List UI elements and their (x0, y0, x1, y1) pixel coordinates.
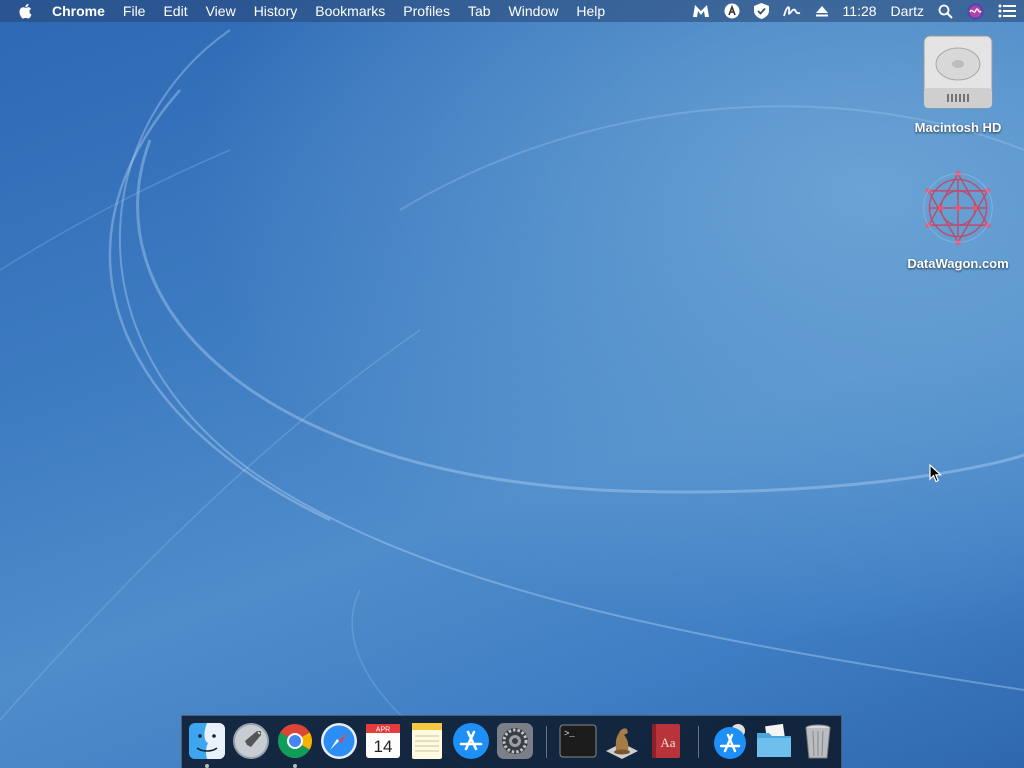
menu-profiles[interactable]: Profiles (403, 0, 450, 22)
dock-launchpad[interactable] (231, 721, 271, 761)
menu-bar: Chrome File Edit View History Bookmarks … (0, 0, 1024, 22)
chess-knight-icon (606, 728, 638, 759)
apple-menu-icon[interactable] (18, 3, 32, 19)
wallpaper-swirls (0, 29, 1024, 768)
menu-file[interactable]: File (123, 0, 146, 22)
dock-dictionary[interactable]: Aa (646, 721, 686, 761)
notification-center-icon[interactable] (998, 4, 1016, 18)
chrome-icon (278, 724, 312, 758)
launchpad-rocket-icon (233, 723, 269, 759)
datawagon-icon (918, 166, 998, 250)
dock-separator (698, 726, 699, 758)
desktop-icon-label: Macintosh HD (914, 120, 1002, 135)
menu-tab[interactable]: Tab (468, 0, 491, 22)
dock-separator (546, 726, 547, 758)
calendar-day: 14 (374, 737, 393, 756)
notes-icon (412, 723, 442, 759)
antivirus-icon[interactable] (724, 3, 740, 19)
finder-icon (189, 723, 225, 759)
dock-downloads-stack[interactable] (710, 721, 750, 761)
safari-compass-icon (321, 723, 357, 759)
dictionary-glyph: Aa (660, 735, 675, 750)
desktop-icon-datawagon[interactable]: DataWagon.com (898, 166, 1018, 271)
dock-chrome[interactable] (275, 721, 315, 768)
dock-notes[interactable] (407, 721, 447, 761)
menu-edit[interactable]: Edit (163, 0, 187, 22)
terminal-prompt: >_ (564, 729, 575, 739)
dock-system-preferences[interactable] (495, 721, 535, 761)
malwarebytes-icon[interactable] (692, 3, 710, 19)
dock-finder[interactable] (187, 721, 227, 768)
mouse-cursor-icon (929, 464, 943, 483)
hard-drive-icon (918, 30, 998, 114)
gear-icon (497, 723, 533, 759)
menu-view[interactable]: View (206, 0, 236, 22)
desktop-icon-macintosh-hd[interactable]: Macintosh HD (898, 30, 1018, 135)
dictionary-book-icon: Aa (652, 724, 680, 758)
app-store-icon (453, 723, 489, 759)
calendar-icon: APR 14 (366, 724, 400, 758)
menu-app-name[interactable]: Chrome (52, 0, 105, 22)
dock-safari[interactable] (319, 721, 359, 761)
dock-app-store[interactable] (451, 721, 491, 761)
app-store-icon (714, 724, 746, 759)
dock: APR 14 >_ Aa (181, 715, 842, 768)
terminal-icon: >_ (559, 724, 597, 758)
dock-calendar[interactable]: APR 14 (363, 721, 403, 761)
menu-help[interactable]: Help (576, 0, 605, 22)
calendar-month: APR (376, 727, 390, 734)
menu-bookmarks[interactable]: Bookmarks (315, 0, 385, 22)
shield-check-icon[interactable] (753, 3, 769, 19)
running-indicator (205, 764, 209, 768)
eject-icon[interactable] (815, 4, 829, 18)
signature-icon[interactable] (782, 3, 801, 19)
siri-icon[interactable] (967, 3, 984, 20)
search-icon[interactable] (938, 4, 953, 19)
dock-trash[interactable] (798, 721, 838, 761)
running-indicator (293, 764, 297, 768)
desktop[interactable]: Macintosh HD DataWagon.com (0, 0, 1024, 768)
trash-icon (805, 724, 831, 759)
clock[interactable]: 11:28 (843, 0, 877, 22)
menu-window[interactable]: Window (509, 0, 559, 22)
dock-chess[interactable] (602, 721, 642, 761)
folder-icon (757, 723, 791, 757)
menu-history[interactable]: History (254, 0, 298, 22)
desktop-icon-label: DataWagon.com (907, 256, 1009, 271)
dock-documents-folder[interactable] (754, 721, 794, 761)
dock-terminal[interactable]: >_ (558, 721, 598, 761)
user-name[interactable]: Dartz (891, 0, 924, 22)
